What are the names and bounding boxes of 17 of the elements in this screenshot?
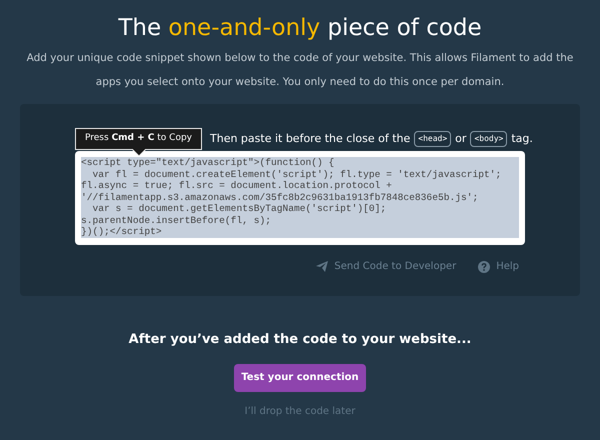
drop-code-later-link[interactable]: I’ll drop the code later xyxy=(244,404,356,418)
help-icon xyxy=(478,260,490,272)
copy-tooltip: Press Cmd + C to Copy xyxy=(75,128,202,156)
instruction-text: tag. xyxy=(511,130,533,147)
instruction-text: Then paste it before the close of the xyxy=(210,130,410,147)
send-code-link[interactable]: Send Code to Developer xyxy=(316,259,456,274)
test-connection-button[interactable]: Test your connection xyxy=(234,364,366,392)
instruction-text: or xyxy=(455,130,466,147)
tag-label: <head> xyxy=(414,131,452,147)
page-title: The one-and-only piece of code xyxy=(118,14,482,43)
paper-plane-icon xyxy=(316,261,328,272)
after-heading: After you’ve added the code to your website... xyxy=(128,331,472,349)
code-field[interactable] xyxy=(75,151,525,245)
help-link[interactable]: Help xyxy=(478,259,519,274)
tag-label: <body> xyxy=(470,131,508,147)
intro-text: Add your unique code snippet shown below to the code of your website. This allows Filament to add the apps you select onto your website. You only need to do this once per domain. xyxy=(26,51,574,90)
tooltip-pointer xyxy=(132,149,146,156)
